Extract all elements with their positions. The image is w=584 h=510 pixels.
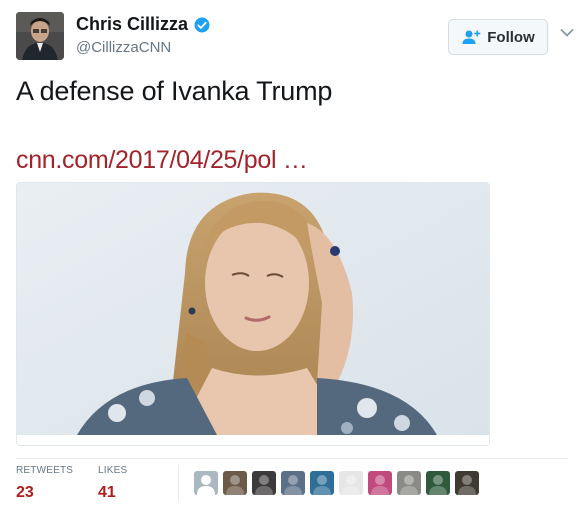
retweets-count: 23: [16, 484, 34, 501]
default-avatar-icon[interactable]: [194, 471, 218, 495]
tweet-text: A defense of Ivanka Trump: [16, 76, 333, 106]
chevron-down-icon[interactable]: [560, 28, 574, 38]
link-card[interactable]: [16, 182, 490, 446]
follow-button[interactable]: Follow: [448, 19, 548, 55]
follow-label: Follow: [487, 28, 535, 46]
person-silhouette-icon: [284, 475, 302, 495]
author-avatar[interactable]: [16, 12, 64, 60]
likes-count: 41: [98, 484, 116, 501]
tweet-link[interactable]: cnn.com/2017/04/25/pol …: [16, 146, 308, 175]
liker-avatar[interactable]: [310, 471, 334, 495]
author-names[interactable]: Chris Cillizza @CillizzaCNN: [76, 14, 211, 56]
tweet-stats: RETWEETS 23 LIKES 41: [16, 465, 568, 505]
liker-avatar[interactable]: [397, 471, 421, 495]
person-silhouette-icon: [226, 475, 244, 495]
verified-badge-icon: [194, 17, 210, 32]
author-display-name[interactable]: Chris Cillizza: [76, 14, 211, 35]
retweets-stat[interactable]: RETWEETS 23: [16, 465, 73, 502]
stats-divider-top: [16, 458, 568, 459]
news-photo: [17, 183, 489, 435]
liker-avatar[interactable]: [252, 471, 276, 495]
person-silhouette-icon: [371, 475, 389, 495]
display-name-text: Chris Cillizza: [76, 14, 189, 34]
stats-separator: [178, 465, 179, 501]
person-silhouette-icon: [458, 475, 476, 495]
likes-stat[interactable]: LIKES 41: [98, 465, 127, 502]
person-silhouette-icon: [429, 475, 447, 495]
person-silhouette-icon: [313, 475, 331, 495]
liker-avatar[interactable]: [339, 471, 363, 495]
likes-label: LIKES: [98, 465, 128, 476]
retweets-label: RETWEETS: [16, 465, 74, 476]
liker-avatars: [194, 471, 479, 495]
person-silhouette-icon: [400, 475, 418, 495]
person-silhouette-icon: [197, 475, 215, 495]
add-user-icon: [462, 30, 481, 44]
liker-avatar[interactable]: [426, 471, 450, 495]
liker-avatar[interactable]: [281, 471, 305, 495]
liker-avatar[interactable]: [455, 471, 479, 495]
person-silhouette-icon: [255, 475, 273, 495]
person-silhouette-icon: [342, 475, 360, 495]
liker-avatar[interactable]: [223, 471, 247, 495]
tweet-header: Chris Cillizza @CillizzaCNN Follow: [16, 12, 574, 62]
author-handle[interactable]: @CillizzaCNN: [76, 39, 211, 56]
liker-avatar[interactable]: [368, 471, 392, 495]
